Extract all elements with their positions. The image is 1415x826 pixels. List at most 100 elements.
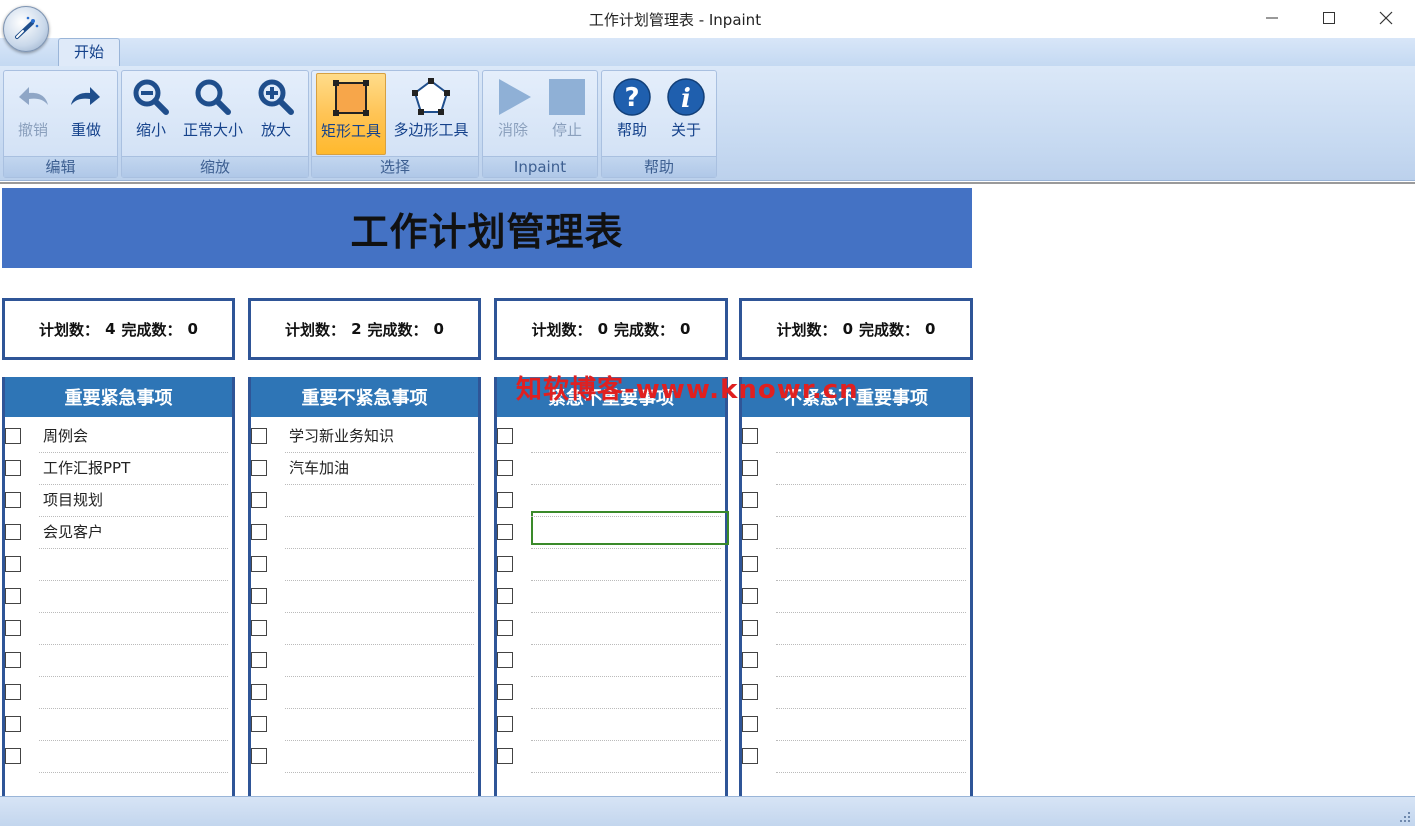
task-cell[interactable] — [531, 421, 721, 453]
task-checkbox[interactable] — [251, 428, 267, 444]
task-checkbox[interactable] — [742, 652, 758, 668]
task-checkbox[interactable] — [5, 620, 21, 636]
task-checkbox[interactable] — [742, 460, 758, 476]
task-cell[interactable]: 汽车加油 — [285, 453, 474, 485]
task-checkbox[interactable] — [5, 684, 21, 700]
task-checkbox[interactable] — [497, 652, 513, 668]
close-button[interactable] — [1357, 0, 1415, 36]
task-cell[interactable] — [776, 613, 966, 645]
task-checkbox[interactable] — [251, 716, 267, 732]
task-cell[interactable] — [531, 613, 721, 645]
task-checkbox[interactable] — [5, 716, 21, 732]
task-cell[interactable]: 工作汇报PPT — [39, 453, 228, 485]
tab-start[interactable]: 开始 — [58, 38, 120, 67]
help-button[interactable]: ? 帮助 — [606, 73, 658, 153]
task-checkbox[interactable] — [251, 556, 267, 572]
task-cell[interactable] — [531, 517, 721, 549]
task-checkbox[interactable] — [497, 588, 513, 604]
task-cell[interactable] — [39, 549, 228, 581]
task-checkbox[interactable] — [497, 556, 513, 572]
task-cell[interactable] — [285, 549, 474, 581]
task-checkbox[interactable] — [5, 428, 21, 444]
task-checkbox[interactable] — [5, 748, 21, 764]
task-checkbox[interactable] — [742, 684, 758, 700]
task-checkbox[interactable] — [742, 588, 758, 604]
task-cell[interactable] — [531, 453, 721, 485]
task-cell[interactable] — [285, 741, 474, 773]
task-checkbox[interactable] — [742, 428, 758, 444]
task-cell[interactable] — [285, 645, 474, 677]
task-checkbox[interactable] — [742, 492, 758, 508]
task-cell[interactable] — [776, 421, 966, 453]
task-cell[interactable] — [39, 677, 228, 709]
minimize-button[interactable] — [1243, 0, 1301, 36]
task-cell[interactable] — [531, 709, 721, 741]
task-checkbox[interactable] — [742, 716, 758, 732]
task-checkbox[interactable] — [497, 684, 513, 700]
erase-button[interactable]: 消除 — [487, 73, 539, 153]
task-cell[interactable] — [531, 485, 721, 517]
task-checkbox[interactable] — [742, 748, 758, 764]
stop-button[interactable]: 停止 — [541, 73, 593, 153]
rectangle-tool-button[interactable]: 矩形工具 — [316, 73, 386, 155]
maximize-button[interactable] — [1300, 0, 1358, 36]
zoom-in-button[interactable]: 放大 — [252, 73, 300, 153]
task-cell[interactable] — [531, 741, 721, 773]
task-cell[interactable] — [776, 453, 966, 485]
task-cell[interactable] — [776, 517, 966, 549]
task-cell[interactable]: 学习新业务知识 — [285, 421, 474, 453]
about-button[interactable]: i 关于 — [660, 73, 712, 153]
task-cell[interactable] — [776, 741, 966, 773]
task-checkbox[interactable] — [497, 428, 513, 444]
task-checkbox[interactable] — [5, 556, 21, 572]
task-cell[interactable] — [531, 645, 721, 677]
task-cell[interactable] — [776, 645, 966, 677]
task-checkbox[interactable] — [5, 492, 21, 508]
task-checkbox[interactable] — [5, 652, 21, 668]
task-cell[interactable] — [531, 677, 721, 709]
task-cell[interactable] — [531, 581, 721, 613]
task-checkbox[interactable] — [497, 524, 513, 540]
task-cell[interactable] — [39, 709, 228, 741]
task-cell[interactable] — [776, 581, 966, 613]
task-cell[interactable]: 项目规划 — [39, 485, 228, 517]
task-checkbox[interactable] — [497, 460, 513, 476]
redo-button[interactable]: 重做 — [61, 73, 111, 153]
task-checkbox[interactable] — [251, 748, 267, 764]
task-checkbox[interactable] — [251, 460, 267, 476]
task-checkbox[interactable] — [497, 620, 513, 636]
task-cell[interactable] — [285, 485, 474, 517]
task-checkbox[interactable] — [251, 492, 267, 508]
task-cell[interactable] — [39, 613, 228, 645]
task-checkbox[interactable] — [742, 556, 758, 572]
task-checkbox[interactable] — [251, 620, 267, 636]
undo-button[interactable]: 撤销 — [8, 73, 58, 153]
task-checkbox[interactable] — [497, 716, 513, 732]
app-menu-button[interactable] — [3, 6, 49, 52]
zoom-normal-button[interactable]: 正常大小 — [178, 73, 248, 153]
task-checkbox[interactable] — [251, 684, 267, 700]
task-cell[interactable] — [285, 613, 474, 645]
task-checkbox[interactable] — [497, 748, 513, 764]
task-cell[interactable] — [39, 645, 228, 677]
task-checkbox[interactable] — [742, 620, 758, 636]
task-checkbox[interactable] — [251, 652, 267, 668]
task-checkbox[interactable] — [5, 524, 21, 540]
task-checkbox[interactable] — [497, 492, 513, 508]
task-cell[interactable]: 周例会 — [39, 421, 228, 453]
task-cell[interactable] — [285, 709, 474, 741]
task-cell[interactable] — [531, 549, 721, 581]
task-checkbox[interactable] — [251, 524, 267, 540]
task-cell[interactable]: 会见客户 — [39, 517, 228, 549]
task-cell[interactable] — [776, 709, 966, 741]
task-cell[interactable] — [285, 581, 474, 613]
polygon-tool-button[interactable]: 多边形工具 — [388, 73, 474, 153]
task-checkbox[interactable] — [742, 524, 758, 540]
resize-grip-icon[interactable] — [1399, 811, 1411, 823]
image-canvas[interactable]: 工作计划管理表 计划数： 4 完成数： 0 计划数： 2 完成数： 0 计划数： 0 完成… — [0, 182, 1415, 798]
task-cell[interactable] — [285, 517, 474, 549]
task-cell[interactable] — [39, 741, 228, 773]
zoom-out-button[interactable]: 缩小 — [128, 73, 174, 153]
task-cell[interactable] — [39, 581, 228, 613]
task-cell[interactable] — [776, 485, 966, 517]
